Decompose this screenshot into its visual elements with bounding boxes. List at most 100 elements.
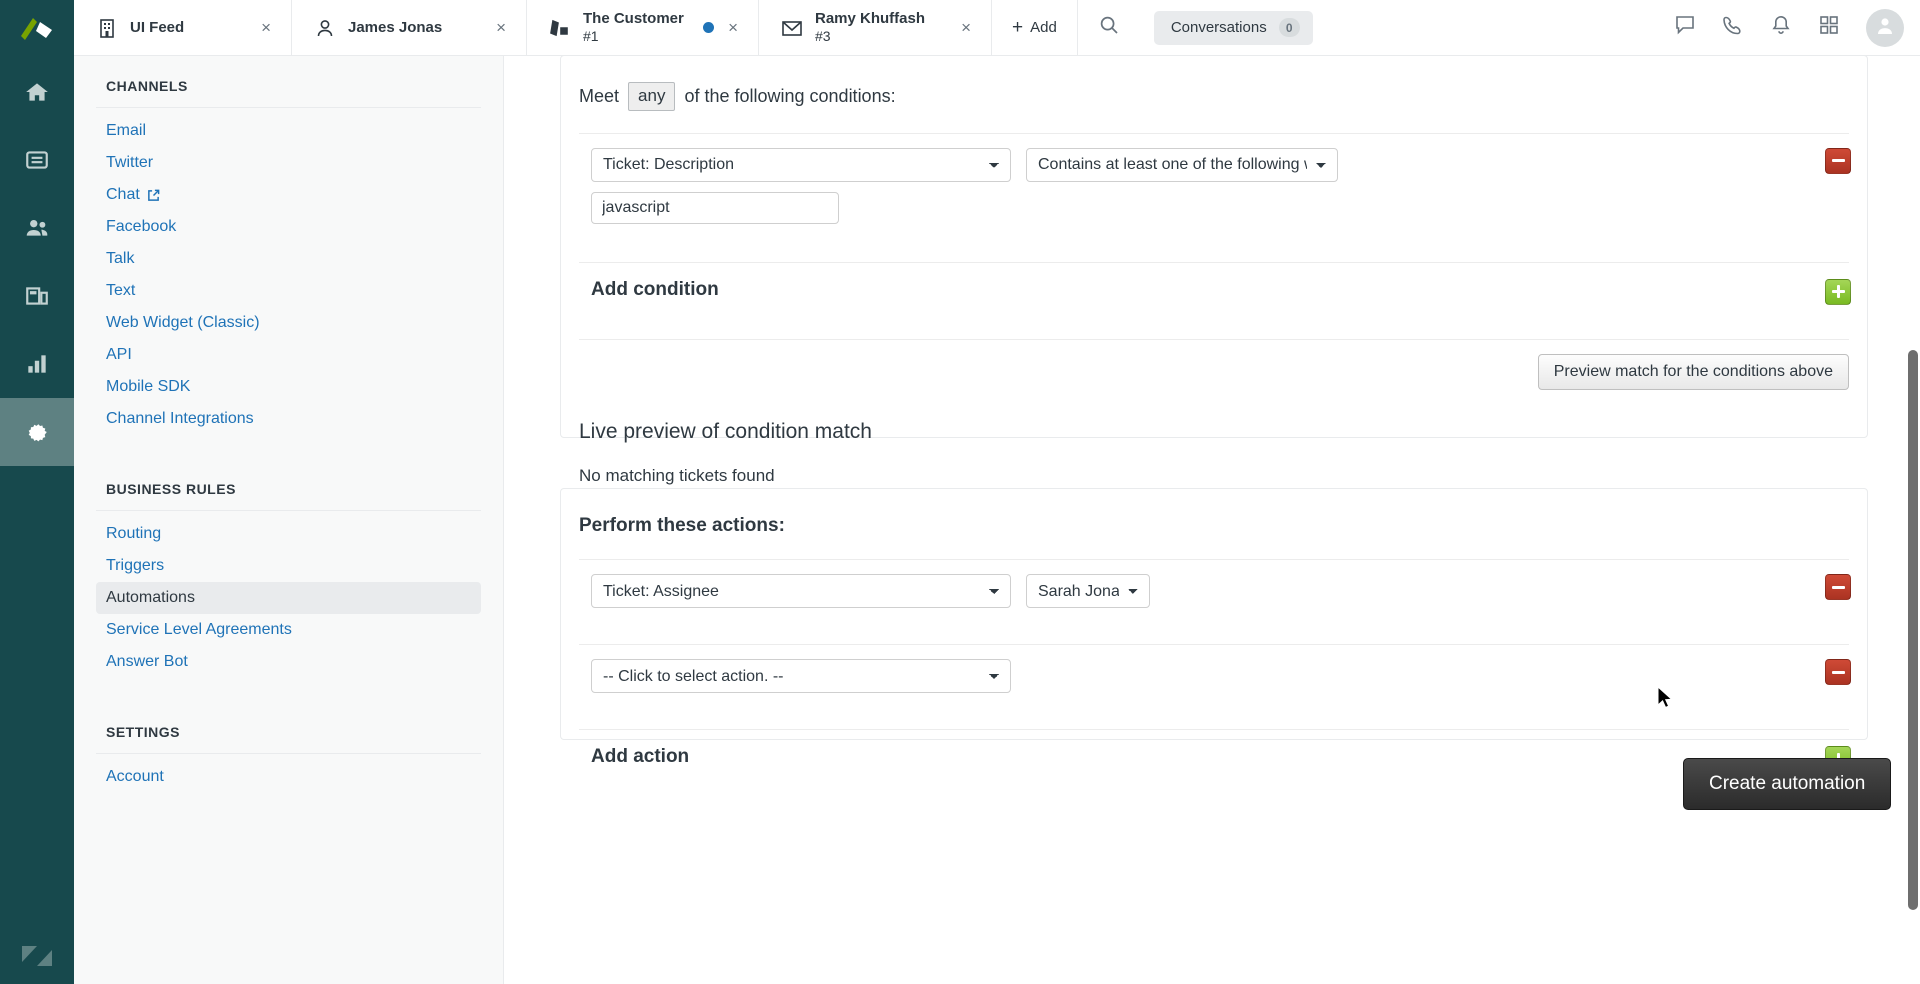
nav-item-label: Email — [106, 122, 147, 139]
chat-bubble-icon — [1674, 14, 1696, 41]
organization-icon — [96, 17, 118, 39]
condition-field-select[interactable]: Ticket: Description — [591, 147, 1011, 182]
tab-close-icon[interactable]: × — [726, 15, 740, 40]
nav-item-label: Twitter — [106, 154, 154, 171]
minus-icon — [1831, 670, 1845, 674]
apps-button[interactable] — [1808, 7, 1850, 49]
nav-item-facebook[interactable]: Facebook — [96, 211, 481, 243]
nav-item-talk[interactable]: Talk — [96, 243, 481, 275]
actions-title: Perform these actions: — [579, 515, 785, 536]
nav-item-label: Channel Integrations — [106, 410, 254, 427]
nav-section-heading: SETTINGS — [106, 724, 181, 740]
nav-item-mobile-sdk[interactable]: Mobile SDK — [96, 371, 481, 403]
nav-item-api[interactable]: API — [96, 339, 481, 371]
tab-title: The Customer — [583, 10, 684, 28]
nav-item-label: API — [106, 346, 132, 363]
rail-item-admin[interactable] — [0, 398, 74, 466]
nav-item-twitter[interactable]: Twitter — [96, 147, 481, 179]
notifications-button[interactable] — [1760, 7, 1802, 49]
product-rail — [0, 0, 74, 984]
apps-grid-icon — [1819, 15, 1839, 40]
nav-item-service-level-agreements[interactable]: Service Level Agreements — [96, 614, 481, 646]
nav-item-chat[interactable]: Chat — [96, 179, 481, 211]
preview-bar: Preview match for the conditions above — [561, 340, 1867, 404]
nav-item-text[interactable]: Text — [96, 275, 481, 307]
divider — [96, 510, 481, 511]
avatar[interactable] — [1866, 8, 1904, 47]
tab-ui-feed[interactable]: UI Feed × — [74, 0, 292, 55]
add-condition-row[interactable]: Add condition — [561, 263, 1867, 317]
conditions-card: Meet any of the following conditions: Ti… — [560, 56, 1868, 485]
preview-match-button[interactable]: Preview match for the conditions above — [1537, 353, 1849, 390]
meet-operator-toggle[interactable]: any — [628, 82, 676, 111]
external-link-icon — [147, 189, 160, 202]
tab-the-customer[interactable]: The Customer #1 × — [527, 0, 759, 55]
remove-condition-button[interactable] — [1825, 147, 1851, 174]
nav-item-web-widget[interactable]: Web Widget (Classic) — [96, 307, 481, 339]
add-tab-button[interactable]: + Add — [992, 0, 1078, 55]
nav-item-label: Text — [106, 282, 136, 299]
meet-conditions-line: Meet any of the following conditions: — [561, 56, 1867, 111]
nav-item-email[interactable]: Email — [96, 115, 481, 147]
live-preview-title: Live preview of condition match — [579, 419, 872, 443]
add-condition-button[interactable] — [1825, 278, 1851, 305]
bell-icon — [1770, 14, 1792, 41]
nav-section-heading: CHANNELS — [106, 78, 188, 94]
rail-item-home[interactable] — [0, 58, 74, 126]
unread-dot-icon — [703, 22, 715, 33]
nav-item-label: Triggers — [106, 557, 165, 574]
tab-ramy-khuffash[interactable]: Ramy Khuffash #3 × — [759, 0, 992, 55]
minus-icon — [1831, 159, 1845, 163]
zendesk-logo-icon[interactable] — [0, 0, 74, 58]
tab-close-icon[interactable]: × — [959, 15, 973, 40]
tab-close-icon[interactable]: × — [259, 15, 273, 40]
action-value-select[interactable]: Sarah Jonas — [1026, 574, 1150, 608]
nav-item-account[interactable]: Account — [96, 761, 481, 793]
vertical-scrollbar[interactable] — [1908, 350, 1918, 910]
talk-button[interactable] — [1712, 7, 1754, 49]
nav-item-triggers[interactable]: Triggers — [96, 550, 481, 582]
nav-item-channel-integrations[interactable]: Channel Integrations — [96, 403, 481, 435]
condition-value-input[interactable] — [591, 191, 839, 224]
nav-item-label: Facebook — [106, 218, 177, 235]
live-preview-empty-message: No matching tickets found — [579, 465, 775, 485]
nav-item-label: Automations — [106, 589, 195, 606]
condition-operator-select[interactable]: Contains at least one of the following w… — [1026, 147, 1338, 182]
rail-item-views[interactable] — [0, 126, 74, 194]
nav-item-answer-bot[interactable]: Answer Bot — [96, 646, 481, 678]
tab-subtitle: #3 — [815, 28, 831, 45]
top-actions — [1664, 0, 1920, 55]
add-tab-label: Add — [1030, 19, 1057, 36]
nav-section-heading: BUSINESS RULES — [106, 481, 236, 497]
divider — [96, 107, 481, 108]
conversations-label: Conversations — [1170, 19, 1267, 36]
tab-close-icon[interactable]: × — [494, 15, 508, 40]
rail-item-organizations[interactable] — [0, 262, 74, 330]
remove-action-button[interactable] — [1825, 574, 1851, 600]
nav-item-routing[interactable]: Routing — [96, 518, 481, 550]
actions-card: Perform these actions: Ticket: Assignee … — [560, 488, 1868, 772]
chat-button[interactable] — [1664, 7, 1706, 49]
conversations-pill[interactable]: Conversations 0 — [1153, 10, 1313, 45]
tab-subtitle: #1 — [583, 28, 599, 45]
search-button[interactable] — [1078, 0, 1140, 55]
create-automation-button[interactable]: Create automation — [1683, 758, 1892, 810]
tab-title: UI Feed — [130, 18, 185, 36]
action-field-select[interactable]: -- Click to select action. -- — [591, 659, 1011, 693]
action-row: -- Click to select action. -- — [561, 645, 1867, 707]
rail-item-reporting[interactable] — [0, 330, 74, 398]
remove-action-button[interactable] — [1825, 659, 1851, 685]
nav-item-label: Mobile SDK — [106, 378, 191, 395]
tab-james-jonas[interactable]: James Jonas × — [292, 0, 527, 55]
action-field-select[interactable]: Ticket: Assignee — [591, 574, 1011, 608]
meet-prefix-label: Meet — [579, 85, 620, 106]
nav-item-automations[interactable]: Automations — [96, 582, 481, 614]
automation-editor: Meet any of the following conditions: Ti… — [505, 56, 1920, 984]
nav-item-label: Service Level Agreements — [106, 621, 292, 638]
nav-item-label: Web Widget (Classic) — [106, 314, 260, 331]
action-row: Ticket: Assignee Sarah Jonas — [561, 560, 1867, 622]
add-action-row[interactable]: Add action — [561, 730, 1867, 784]
rail-item-customers[interactable] — [0, 194, 74, 262]
phone-icon — [1722, 14, 1744, 41]
